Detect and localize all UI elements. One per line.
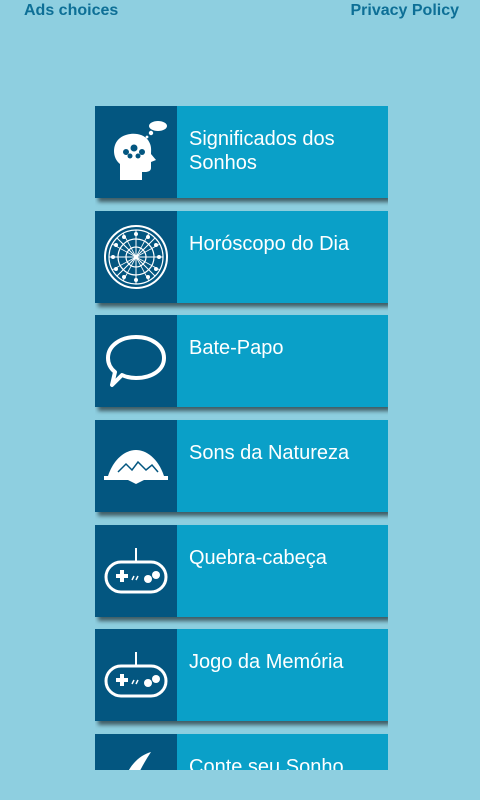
main-menu: Significados dos Sonhos Horóscopo do Dia… [95, 106, 388, 770]
menu-item-label: Jogo da Memória [189, 651, 344, 673]
privacy-policy-link[interactable]: Privacy Policy [350, 2, 459, 20]
chat-bubble-icon [106, 335, 166, 387]
ads-choices-link[interactable]: Ads choices [24, 2, 118, 20]
menu-item-significados-dos-sonhos[interactable]: Significados dos Sonhos [95, 106, 388, 198]
menu-item-horoscopo-do-dia[interactable]: Horóscopo do Dia [95, 211, 388, 303]
menu-item-label: Bate-Papo [189, 337, 284, 359]
icon-container [95, 525, 177, 617]
menu-item-quebra-cabeca[interactable]: Quebra-cabeça [95, 525, 388, 617]
icon-container [95, 315, 177, 407]
feather-icon [128, 752, 151, 770]
dreaming-head-icon [114, 121, 167, 180]
icon-container [95, 420, 177, 512]
gamepad-icon [104, 652, 168, 698]
menu-item-label: Sons da Natureza [189, 442, 350, 464]
icon-container [95, 734, 177, 770]
menu-item-label: Conte seu Sonho [189, 756, 344, 770]
menu-item-sons-da-natureza[interactable]: Sons da Natureza [95, 420, 388, 512]
mountain-icon [104, 450, 168, 484]
zodiac-wheel-icon [104, 225, 168, 289]
menu-item-conte-seu-sonho[interactable]: Conte seu Sonho [95, 734, 388, 770]
gamepad-icon [104, 548, 168, 594]
menu-item-label: Significados dos Sonhos [189, 128, 335, 174]
menu-item-label: Horóscopo do Dia [189, 233, 350, 255]
icon-container [95, 629, 177, 721]
icon-container [95, 106, 177, 198]
menu-item-bate-papo[interactable]: Bate-Papo [95, 315, 388, 407]
icon-container [95, 211, 177, 303]
menu-item-label: Quebra-cabeça [189, 547, 327, 569]
menu-item-jogo-da-memoria[interactable]: Jogo da Memória [95, 629, 388, 721]
